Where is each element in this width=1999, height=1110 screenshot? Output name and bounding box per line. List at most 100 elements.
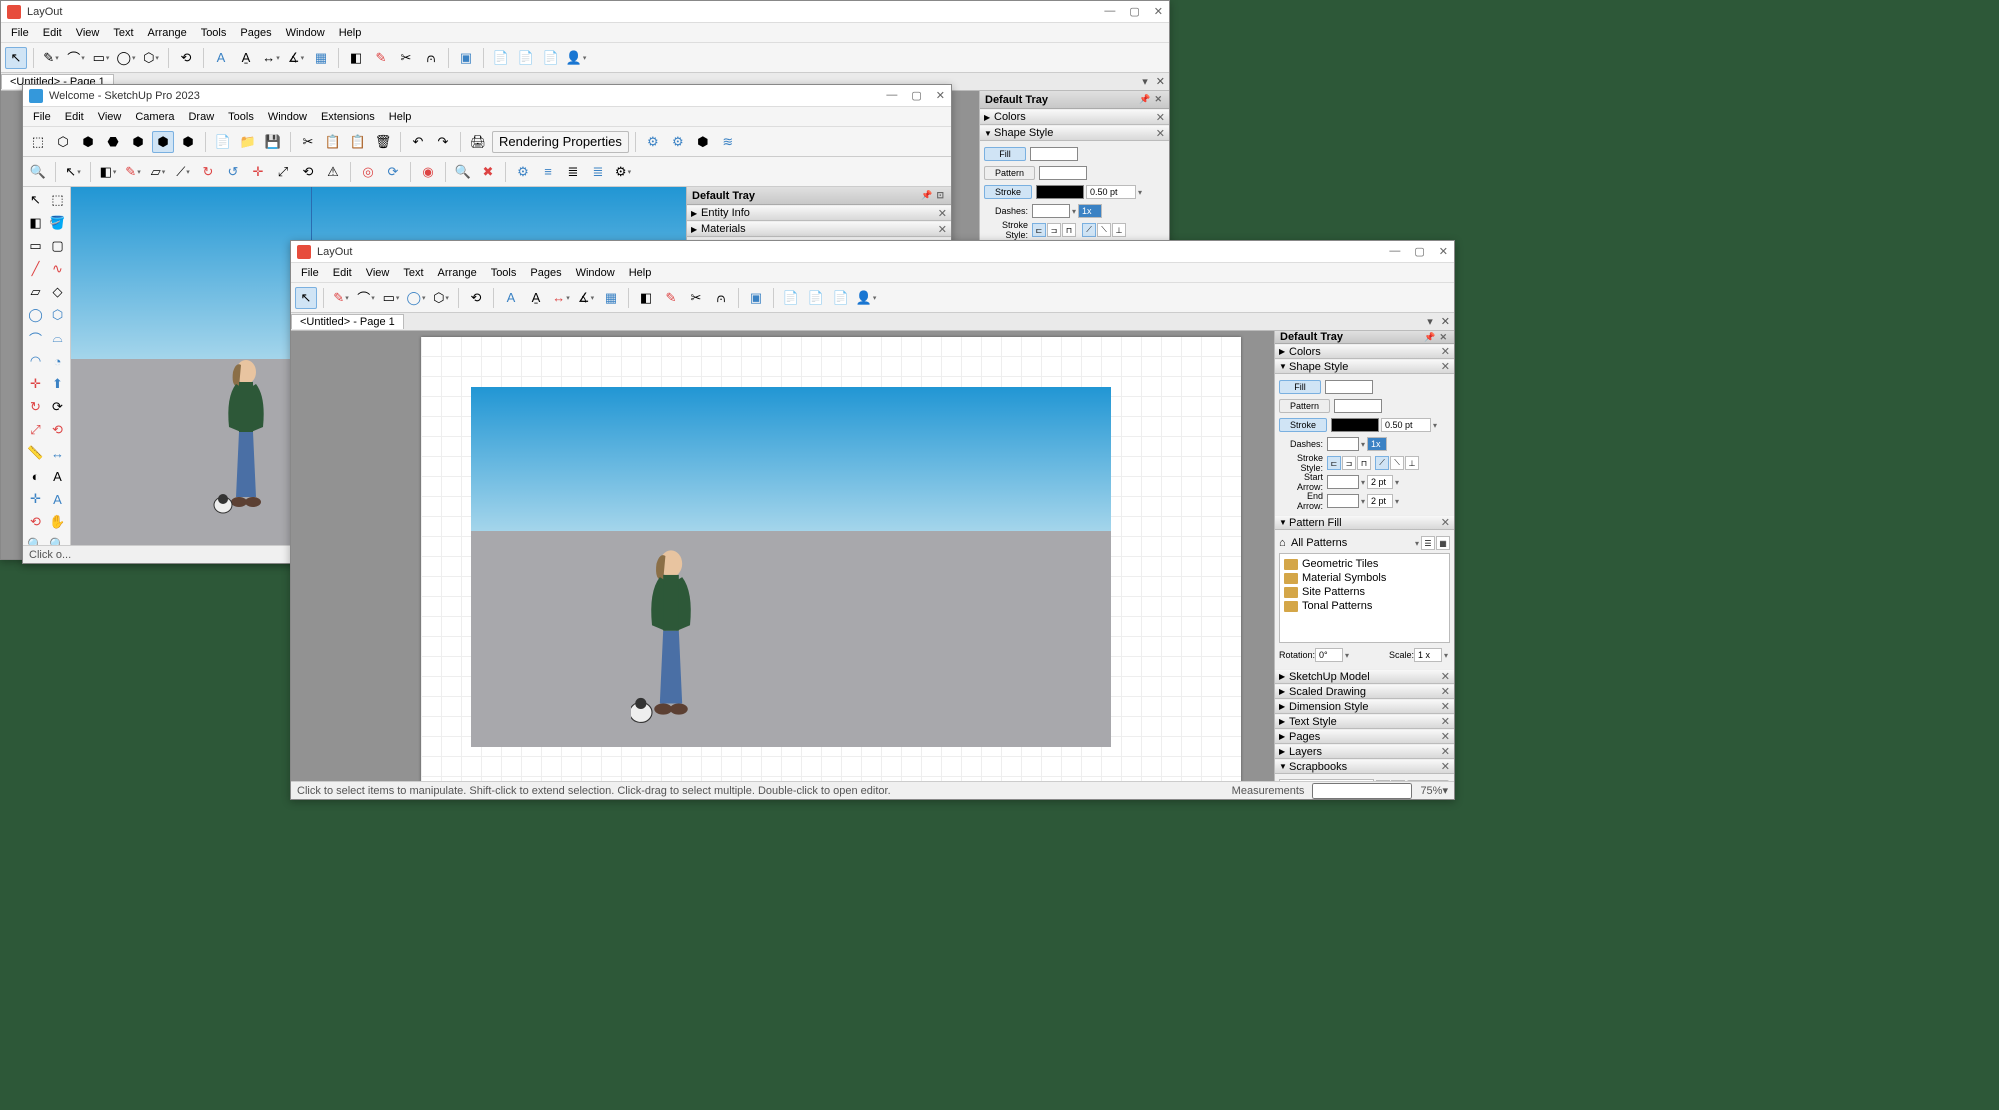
t-rect[interactable]: ▭	[25, 235, 46, 257]
new-button[interactable]: ⬚	[27, 131, 49, 153]
rendering-properties-button[interactable]: Rendering Properties	[492, 131, 629, 153]
titlebar[interactable]: LayOut — ▢ ✕	[291, 241, 1454, 263]
titlebar[interactable]: Welcome - SketchUp Pro 2023 — ▢ ✕	[23, 85, 951, 107]
join-tool[interactable]: ⩀	[420, 47, 442, 69]
render-a-tool[interactable]: ⚙	[512, 161, 534, 183]
scrapbooks-head[interactable]: ▼Scrapbooks✕	[1275, 759, 1454, 774]
sketchup-model-head[interactable]: ▶SketchUp Model✕	[1275, 669, 1454, 684]
select-tool[interactable]: ↖	[5, 47, 27, 69]
layers-head[interactable]: ▶Layers✕	[1275, 744, 1454, 759]
zoom-dropdown[interactable]: ▾	[1442, 784, 1448, 797]
t-rotate[interactable]: ↻	[25, 396, 46, 418]
t-select[interactable]: ↖	[25, 189, 46, 211]
pin-icon[interactable]: 📌	[919, 190, 934, 201]
pattern-button[interactable]: Pattern	[984, 166, 1035, 180]
menu-help[interactable]: Help	[383, 109, 418, 125]
text-style-head[interactable]: ▶Text Style✕	[1275, 714, 1454, 729]
t-move[interactable]: ✛	[25, 373, 46, 395]
cube6-button[interactable]: ⬢	[177, 131, 199, 153]
shape-style-panel-head[interactable]: ▼Shape Style✕	[980, 125, 1169, 141]
fill-button[interactable]: Fill	[1279, 380, 1321, 394]
table-tool[interactable]: ▦	[310, 47, 332, 69]
menu-edit[interactable]: Edit	[59, 109, 90, 125]
close-button[interactable]: ✕	[1439, 245, 1448, 258]
t-pan[interactable]: ✋	[47, 511, 68, 533]
t-scale[interactable]: ⤢	[25, 419, 46, 441]
fill-swatch[interactable]	[1030, 147, 1078, 161]
t-zoom[interactable]: 🔍	[25, 534, 46, 545]
scale-field[interactable]	[1414, 648, 1442, 662]
menu-help[interactable]: Help	[623, 265, 658, 281]
list-item[interactable]: Geometric Tiles	[1283, 557, 1446, 571]
prev-page-button[interactable]: 📄	[515, 47, 537, 69]
cube4-button[interactable]: ⬢	[127, 131, 149, 153]
circle-tool[interactable]: ◯▾	[405, 287, 427, 309]
label-tool[interactable]: A̱	[525, 287, 547, 309]
pattern-swatch[interactable]	[1039, 166, 1087, 180]
dimension-tool[interactable]: ↔▾	[550, 287, 572, 309]
t-rrect[interactable]: ▢	[47, 235, 68, 257]
t-zoomext[interactable]: 🔍	[47, 534, 68, 545]
t-3dtext[interactable]: A	[47, 488, 68, 510]
render3-button[interactable]: ⬢	[692, 131, 714, 153]
label-tool[interactable]: A̱	[235, 47, 257, 69]
page-next-button[interactable]: 📄	[830, 287, 852, 309]
cube3-button[interactable]: ⬣	[102, 131, 124, 153]
menu-tools[interactable]: Tools	[485, 265, 523, 281]
close-icon[interactable]: ⊡	[934, 190, 946, 201]
t-follow[interactable]: ⟳	[47, 396, 68, 418]
materials-head[interactable]: ▶Materials✕	[687, 221, 951, 237]
folder-button[interactable]: 📁	[237, 131, 259, 153]
print-button[interactable]: 🖨	[467, 131, 489, 153]
paste-button[interactable]: 📋	[347, 131, 369, 153]
list-item[interactable]: Site Patterns	[1283, 585, 1446, 599]
stroke-width-field[interactable]	[1381, 418, 1431, 432]
menu-extensions[interactable]: Extensions	[315, 109, 381, 125]
t-eraser[interactable]: ◧	[25, 212, 46, 234]
gear-tool[interactable]: ⚙▾	[612, 161, 634, 183]
stroke-width-field[interactable]	[1086, 185, 1136, 199]
list-item[interactable]: Tonal Patterns	[1283, 599, 1446, 613]
colors-panel-head[interactable]: ▶Colors✕	[980, 109, 1169, 125]
cube1-button[interactable]: ⬡	[52, 131, 74, 153]
offset-tool[interactable]: ⟲	[465, 287, 487, 309]
shape-tool[interactable]: ▱▾	[147, 161, 169, 183]
colors-panel-head[interactable]: ▶Colors✕	[1275, 344, 1454, 359]
cube5-button[interactable]: ⬢	[152, 131, 174, 153]
measurements-field[interactable]	[1312, 783, 1412, 799]
stack1-tool[interactable]: ≡	[537, 161, 559, 183]
polygon-tool[interactable]: ⬡▾	[430, 287, 452, 309]
table-tool[interactable]: ▦	[600, 287, 622, 309]
erase-tool[interactable]: ◧	[635, 287, 657, 309]
undo-button[interactable]: ↶	[407, 131, 429, 153]
menu-file[interactable]: File	[295, 265, 325, 281]
t-dim[interactable]: ↔	[47, 442, 68, 464]
move-tool[interactable]: ✛	[247, 161, 269, 183]
maximize-button[interactable]: ▢	[1129, 5, 1139, 18]
line-tool[interactable]: ✎▾	[330, 287, 352, 309]
render2-button[interactable]: ⚙	[667, 131, 689, 153]
menu-camera[interactable]: Camera	[129, 109, 180, 125]
arc-tool[interactable]: ⌒▾	[65, 47, 87, 69]
minimize-button[interactable]: —	[1104, 5, 1115, 18]
save-button[interactable]: 💾	[262, 131, 284, 153]
tray-title[interactable]: Default Tray 📌⊡	[687, 187, 951, 205]
pin-icon[interactable]: 📌	[1137, 94, 1152, 105]
t-poly[interactable]: ⬡	[47, 304, 68, 326]
rotation-field[interactable]	[1315, 648, 1343, 662]
menu-text[interactable]: Text	[107, 25, 139, 41]
menu-file[interactable]: File	[5, 25, 35, 41]
pattern-fill-head[interactable]: ▼Pattern Fill✕	[1275, 515, 1454, 530]
scale-tool[interactable]: ⤢	[272, 161, 294, 183]
add-page-button[interactable]: 📄	[780, 287, 802, 309]
menu-tools[interactable]: Tools	[222, 109, 260, 125]
target2-tool[interactable]: ◉	[417, 161, 439, 183]
menu-pages[interactable]: Pages	[524, 265, 567, 281]
menu-window[interactable]: Window	[280, 25, 331, 41]
canvas[interactable]	[291, 331, 1274, 781]
circle-tool[interactable]: ◯▾	[115, 47, 137, 69]
next-page-button[interactable]: 📄	[540, 47, 562, 69]
entity-info-head[interactable]: ▶Entity Info✕	[687, 205, 951, 221]
menu-edit[interactable]: Edit	[37, 25, 68, 41]
dimension2-tool[interactable]: ∡▾	[575, 287, 597, 309]
